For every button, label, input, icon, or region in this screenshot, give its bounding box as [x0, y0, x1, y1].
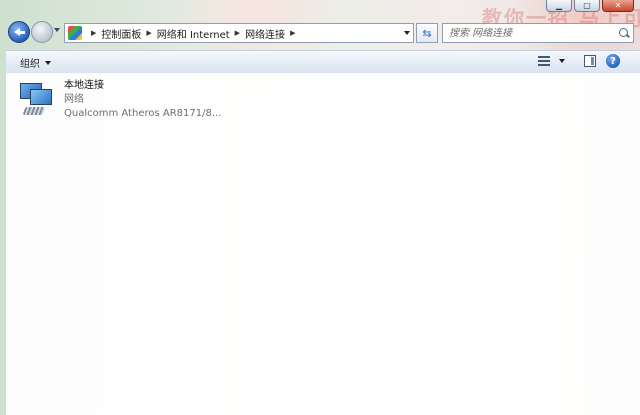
- control-panel-icon: [68, 26, 82, 40]
- chevron-right-icon[interactable]: ▶: [91, 29, 96, 37]
- recent-pages-dropdown[interactable]: [54, 28, 60, 32]
- help-icon[interactable]: ?: [606, 54, 620, 68]
- connection-details: 本地连接 网络 Qualcomm Atheros AR8171/8...: [64, 79, 221, 125]
- chevron-down-icon[interactable]: [559, 58, 565, 63]
- organize-label: 组织: [20, 59, 40, 70]
- close-button[interactable]: ✕: [602, 0, 634, 12]
- search-input[interactable]: [443, 24, 619, 42]
- breadcrumb-network-connections[interactable]: 网络连接: [245, 26, 285, 41]
- connection-name: 本地连接: [64, 80, 104, 91]
- search-box[interactable]: [442, 23, 634, 43]
- chevron-right-icon[interactable]: ▶: [235, 29, 240, 37]
- maximize-icon: ▢: [583, 1, 591, 10]
- refresh-icon: ⇆: [422, 26, 432, 40]
- chevron-right-icon[interactable]: ▶: [290, 29, 295, 37]
- maximize-button[interactable]: ▢: [574, 0, 600, 12]
- views-icon: [538, 55, 550, 66]
- minimize-icon: ▁: [555, 1, 563, 10]
- minimize-button[interactable]: ▁: [546, 0, 572, 12]
- chevron-right-icon[interactable]: ▶: [146, 29, 151, 37]
- organize-button[interactable]: 组织: [20, 55, 51, 70]
- breadcrumb-network-internet[interactable]: 网络和 Internet: [157, 26, 230, 41]
- address-bar[interactable]: ▶ 控制面板 ▶ 网络和 Internet ▶ 网络连接 ▶: [64, 23, 414, 43]
- search-icon[interactable]: [619, 28, 628, 37]
- connection-adapter: Qualcomm Atheros AR8171/8...: [64, 108, 222, 119]
- address-dropdown-icon[interactable]: [404, 31, 410, 35]
- list-item[interactable]: 本地连接 网络 Qualcomm Atheros AR8171/8...: [18, 79, 248, 125]
- refresh-button[interactable]: ⇆: [416, 23, 438, 43]
- connections-list: 本地连接 网络 Qualcomm Atheros AR8171/8...: [6, 73, 640, 415]
- chevron-down-icon: [45, 60, 51, 65]
- command-bar: 组织 ?: [6, 50, 640, 74]
- network-connection-icon: [18, 79, 54, 119]
- forward-arrow-icon[interactable]: [31, 21, 53, 43]
- breadcrumb-control-panel[interactable]: 控制面板: [101, 26, 141, 41]
- close-icon: ✕: [614, 1, 622, 10]
- navigation-bar: ▶ 控制面板 ▶ 网络和 Internet ▶ 网络连接 ▶ ⇆: [6, 18, 640, 48]
- connection-network: 网络: [64, 94, 84, 105]
- explorer-window: ▁ ▢ ✕ ▶ 控制面板 ▶ 网络和 Internet ▶ 网络连接 ▶ ⇆ 组…: [6, 0, 640, 415]
- preview-pane-icon[interactable]: [584, 55, 596, 67]
- window-controls: ▁ ▢ ✕: [546, 0, 634, 12]
- back-arrow-icon[interactable]: [8, 21, 30, 43]
- views-button[interactable]: [538, 55, 565, 66]
